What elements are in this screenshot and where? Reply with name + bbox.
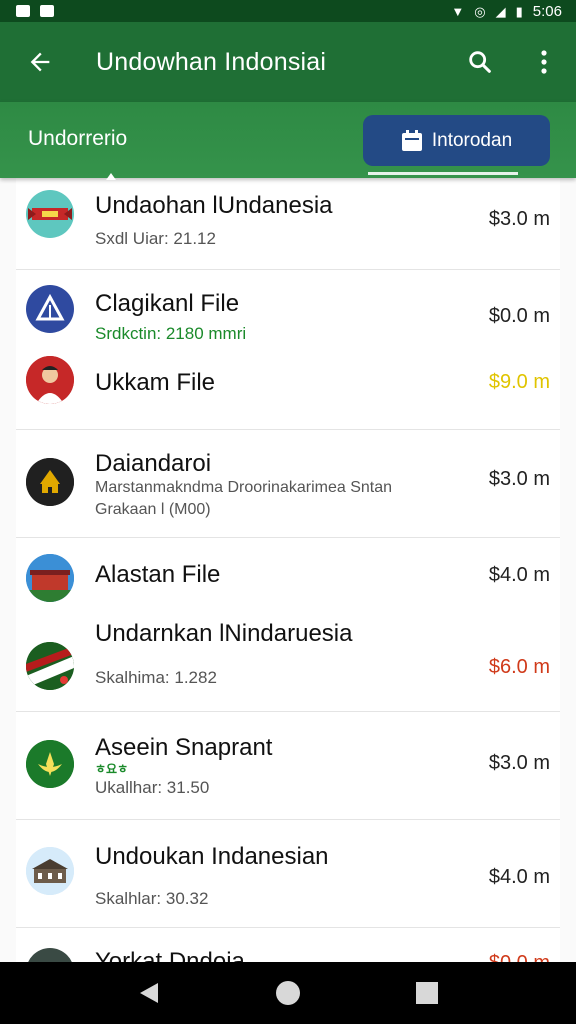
item-subtitle: Marstanmakndma Droorinakarimea Sntan: [95, 479, 393, 496]
list-item[interactable]: Yorkat Dndoia $0.0 m: [16, 928, 560, 962]
nav-recents-button[interactable]: [397, 963, 457, 1023]
item-price: $0.0 m: [489, 952, 550, 962]
item-name: Daiandaroi: [95, 450, 212, 477]
list-item[interactable]: Aseein Snaprant ㅎ요ㅎ Ukallhar: 31.50 $3.0…: [16, 712, 560, 820]
overflow-menu-button[interactable]: [512, 22, 576, 102]
item-subtitle: Sxdl Uiar: 21.12: [95, 229, 216, 248]
partial-avatar-icon: [26, 948, 74, 962]
page-title: Undowhan Indonsiai: [96, 47, 327, 76]
item-name: Undoukan Indanesian: [95, 843, 329, 870]
item-subtitle: Skalhima: 1.282: [95, 668, 217, 687]
item-name: Undaohan lUndanesia: [95, 192, 333, 219]
item-name: Undarnkan lNindaruesia: [95, 620, 353, 647]
building-photo-icon: [26, 554, 74, 602]
item-name: Clagikanl File: [95, 290, 240, 317]
item-name: Ukkam File: [95, 369, 216, 396]
person-photo-icon: [26, 356, 74, 404]
list-item[interactable]: Undaohan lUndanesia Sxdl Uiar: 21.12 $3.…: [16, 178, 560, 270]
calendar-icon: [401, 129, 422, 151]
list-item[interactable]: Ukkam File $9.0 m: [16, 350, 560, 430]
signal-icon: ◢: [495, 3, 506, 19]
temple-logo-icon: [26, 458, 74, 506]
palace-photo-icon: [26, 847, 74, 895]
item-name: Alastan File: [95, 561, 221, 588]
green-emblem-icon: [26, 740, 74, 788]
item-subtitle: Skalhlar: 30.32: [95, 889, 209, 908]
results-list: Undaohan lUndanesia Sxdl Uiar: 21.12 $3.…: [16, 178, 560, 962]
status-time: 5:06: [532, 2, 562, 20]
recents-square-icon: [415, 982, 438, 1004]
item-name: Yorkat Dndoia: [95, 948, 245, 962]
item-price: $3.0 m: [488, 752, 550, 774]
home-circle-icon: [275, 981, 300, 1005]
list-item[interactable]: Alastan File $4.0 m: [16, 538, 560, 606]
intorodan-button[interactable]: Intorodan: [363, 115, 550, 166]
app-bar: Undowhan Indonsiai: [0, 22, 576, 102]
status-bar: ▼ ◎ ◢ ▮ 5:06: [0, 0, 576, 22]
triangle-logo-icon: [26, 285, 74, 333]
item-name: Aseein Snaprant: [95, 734, 273, 761]
flag-logo-icon: [26, 642, 74, 690]
notification-file-icon: [40, 5, 54, 17]
back-button[interactable]: [0, 22, 80, 102]
item-subtitle-green: ㅎ요ㅎ: [95, 762, 129, 776]
item-price: $3.0 m: [488, 468, 550, 490]
back-triangle-icon: [140, 983, 159, 1003]
item-subtitle: Ukallhar: 31.50: [95, 778, 210, 797]
item-price: $6.0 m: [488, 656, 550, 678]
arrow-left-icon: [30, 52, 50, 72]
item-subtitle: Srdkctin: 2180 mmri: [95, 324, 247, 343]
wifi-icon: ▼: [451, 3, 465, 19]
item-price: $3.0 m: [488, 208, 550, 230]
item-price: $0.0 m: [488, 305, 550, 327]
list-item[interactable]: Clagikanl File Srdkctin: 2180 mmri $0.0 …: [16, 270, 560, 350]
list-item[interactable]: Undarnkan lNindaruesia Skalhima: 1.282 $…: [16, 606, 560, 712]
item-price: $9.0 m: [488, 371, 550, 393]
search-button[interactable]: [448, 22, 512, 102]
item-subtitle-2: Grakaan l (M00): [95, 501, 211, 518]
list-item[interactable]: Undoukan Indanesian Skalhlar: 30.32 $4.0…: [16, 820, 560, 928]
nav-home-button[interactable]: [258, 963, 318, 1023]
item-price: $4.0 m: [488, 866, 550, 888]
search-icon: [469, 51, 491, 73]
more-vert-icon: [541, 50, 547, 74]
list-item[interactable]: Daiandaroi Marstanmakndma Droorinakarime…: [16, 430, 560, 538]
alarm-icon: ◎: [474, 3, 486, 19]
notification-photo-icon: [16, 5, 30, 17]
intorodan-button-label: Intorodan: [431, 129, 513, 151]
tab-marker: [106, 173, 116, 180]
battery-icon: ▮: [515, 3, 523, 19]
system-nav-bar: [0, 962, 576, 1024]
tab-bar: Undorrerio Intorodan: [0, 102, 576, 180]
nav-back-button[interactable]: [119, 963, 179, 1023]
tab-undorrerio[interactable]: Undorrerio: [28, 127, 127, 151]
item-price: $4.0 m: [488, 564, 550, 586]
red-ribbon-logo-icon: [26, 190, 74, 238]
tab-indicator: [368, 172, 518, 175]
